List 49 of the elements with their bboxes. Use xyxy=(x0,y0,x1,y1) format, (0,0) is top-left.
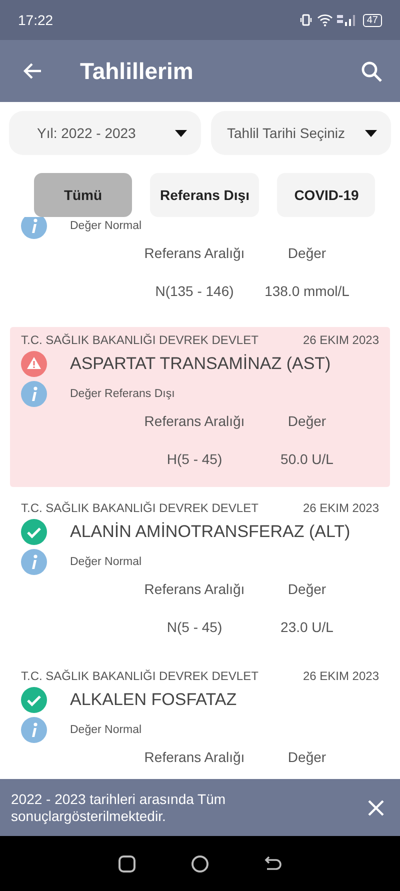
filter-tab[interactable]: Referans Dışı xyxy=(150,173,260,217)
status-time: 17:22 xyxy=(18,12,54,28)
result-status: Değer Normal xyxy=(70,220,142,232)
filter-dropdown[interactable]: Yıl: 2022 - 2023 xyxy=(9,111,201,155)
result-value: 23.0 U/L xyxy=(280,619,334,635)
result-date: 26 EKIM 2023 xyxy=(302,501,379,515)
result-status: Değer Referans Dışı xyxy=(70,388,175,400)
result-value: 138.0 mmol/L xyxy=(264,283,350,299)
warning-icon xyxy=(21,351,47,377)
reference-range: N(135 - 146) xyxy=(154,283,235,299)
column-label: Değer xyxy=(286,413,328,429)
test-name: ALANİN AMİNOTRANSFERAZ (ALT) xyxy=(70,522,350,542)
hospital-name: T.C. SAĞLIK BAKANLIĞI DEVREK DEVLET xyxy=(21,333,258,347)
wifi-icon xyxy=(316,13,333,27)
column-label: Değer xyxy=(286,581,328,597)
snackbar-message: 2022 - 2023 tarihleri arasında Tüm sonuçlargösterilmektedir. xyxy=(11,790,227,824)
hospital-name: T.C. SAĞLIK BAKANLIĞI DEVREK DEVLET xyxy=(21,501,258,515)
reference-range: H(5 - 45) xyxy=(166,451,224,467)
search-icon[interactable] xyxy=(361,60,382,82)
hospital-name: T.C. SAĞLIK BAKANLIĞI DEVREK DEVLET xyxy=(21,669,258,683)
column-label: Referans Aralığı xyxy=(143,245,246,261)
test-name: ALKALEN FOSFATAZ xyxy=(70,690,237,710)
column-label: Referans Aralığı xyxy=(143,749,246,765)
column-label: Referans Aralığı xyxy=(143,581,246,597)
back-icon[interactable] xyxy=(264,856,282,872)
filter-tab[interactable]: Tümü xyxy=(34,173,132,217)
column-label: Değer xyxy=(286,749,328,765)
page-title: Tahlillerim xyxy=(80,58,194,84)
column-label: Referans Aralığı xyxy=(143,413,246,429)
caret-icon xyxy=(365,130,377,136)
check-icon xyxy=(21,519,47,545)
battery-indicator: 47 xyxy=(362,14,382,26)
recents-icon[interactable] xyxy=(118,854,136,872)
result-date: 26 EKIM 2023 xyxy=(302,333,379,347)
result-status: Değer Normal xyxy=(70,724,142,736)
result-status: Değer Normal xyxy=(70,556,142,568)
caret-icon xyxy=(175,130,187,136)
close-icon[interactable] xyxy=(368,800,384,816)
result-value: 50.0 U/L xyxy=(280,451,334,467)
test-name: ASPARTAT TRANSAMİNAZ (AST) xyxy=(70,354,331,374)
filter-tab[interactable]: COVID-19 xyxy=(277,173,376,217)
column-label: Değer xyxy=(286,245,328,261)
home-icon[interactable] xyxy=(190,854,209,872)
back-arrow-icon[interactable] xyxy=(22,62,42,80)
result-date: 26 EKIM 2023 xyxy=(302,669,379,683)
filter-dropdown[interactable]: Tahlil Tarihi Seçiniz xyxy=(211,111,391,155)
check-icon xyxy=(21,687,47,713)
reference-range: N(5 - 45) xyxy=(166,619,224,635)
vibrate-icon xyxy=(298,13,313,27)
